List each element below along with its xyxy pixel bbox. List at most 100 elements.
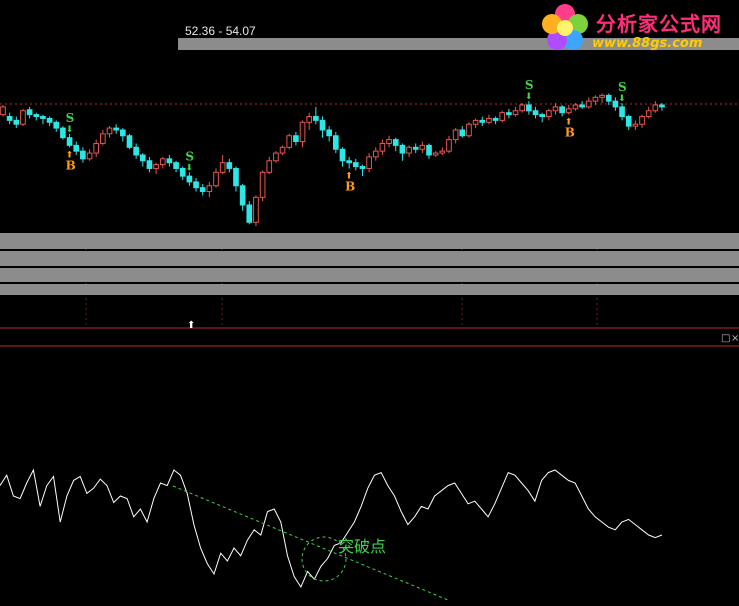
candle-up <box>592 96 599 102</box>
candle-up <box>406 146 412 154</box>
candle-down <box>226 162 233 169</box>
candle-up <box>100 133 106 144</box>
sell-arrow-icon: ⬇ <box>618 94 626 104</box>
candle-down <box>492 117 499 121</box>
candle-down <box>246 204 253 223</box>
trade-signal-markers: ⬇S⬆B ⬇S⬆B⬇S⬆B⬇S <box>66 78 627 193</box>
candle-down <box>80 150 86 160</box>
candle-up <box>552 106 559 112</box>
gray-band-2 <box>0 251 739 266</box>
candle-up <box>153 164 159 169</box>
candle-down <box>313 116 319 121</box>
candle-down <box>319 119 326 131</box>
candle-down <box>526 104 532 112</box>
candle-down <box>199 187 206 193</box>
candle-down <box>133 146 139 156</box>
flower-logo-icon <box>542 4 588 50</box>
candle-up <box>572 104 579 110</box>
candle-up <box>286 135 293 148</box>
candle-up <box>20 110 26 125</box>
candle-down <box>33 114 40 118</box>
candle-up <box>585 100 592 108</box>
candle-up <box>419 144 426 150</box>
candle-down <box>539 114 546 118</box>
candle-down <box>6 116 13 121</box>
candle-up <box>86 152 93 160</box>
logo-title: 分析家公式网 <box>596 12 722 36</box>
candle-up <box>432 152 439 156</box>
buy-signal: B <box>66 158 76 172</box>
buy-signal: B <box>345 179 355 193</box>
sell-signal: S <box>66 111 75 125</box>
candle-down <box>40 116 46 119</box>
candle-up <box>466 123 472 137</box>
candle-up <box>299 121 306 143</box>
candle-up <box>366 156 372 169</box>
candle-down <box>126 135 133 148</box>
candle-up <box>446 139 452 152</box>
candle-up <box>652 104 659 112</box>
candle-up <box>372 150 379 158</box>
candle-down <box>426 144 432 156</box>
candle-down <box>612 100 619 108</box>
candle-down <box>233 167 239 187</box>
candle-down <box>73 144 80 152</box>
gray-band-1 <box>0 233 739 249</box>
candle-down <box>619 106 625 118</box>
candle-down <box>46 117 53 123</box>
breakout-label: 突破点 <box>338 537 387 556</box>
candle-up <box>519 104 526 112</box>
candle-up <box>452 129 459 141</box>
buy-signal: B <box>565 126 575 140</box>
candle-down <box>166 158 173 164</box>
candle-up <box>379 142 386 152</box>
sell-arrow-icon: ⬇ <box>525 92 533 102</box>
candle-up <box>306 116 313 123</box>
candle-up <box>219 162 226 173</box>
candle-up <box>0 106 6 116</box>
candle-down <box>179 167 186 177</box>
candle-up <box>213 171 219 187</box>
candle-up <box>159 158 166 166</box>
candle-down <box>399 144 406 154</box>
gray-band-4 <box>0 284 739 295</box>
candle-down <box>66 137 73 146</box>
candle-down <box>459 129 466 137</box>
candlestick-series <box>0 93 665 227</box>
candle-down <box>13 119 20 125</box>
candle-up <box>565 108 572 114</box>
candle-down <box>559 106 565 114</box>
stock-chart: ⬇S⬆B ⬇S⬆B⬇S⬆B⬇S ⬆ <box>0 38 739 601</box>
candle-down <box>352 162 359 168</box>
candle-down <box>193 181 199 189</box>
candle-up <box>439 150 446 154</box>
sell-arrow-icon: ⬇ <box>66 125 74 135</box>
sell-signal: S <box>185 149 194 163</box>
candle-down <box>412 146 419 150</box>
close-icon[interactable]: × <box>731 333 739 344</box>
candle-down <box>359 166 366 169</box>
breakout-trendline <box>172 485 449 601</box>
candle-up <box>259 171 266 198</box>
sell-signal: S <box>525 78 534 92</box>
maximize-icon[interactable]: □ <box>721 333 730 344</box>
candle-down <box>173 162 179 169</box>
candle-down <box>506 112 512 116</box>
candle-up <box>639 116 645 125</box>
sell-signal: S <box>618 80 627 94</box>
candle-down <box>139 154 146 162</box>
candle-up <box>106 127 113 135</box>
candle-up <box>279 146 286 154</box>
candle-down <box>332 135 339 150</box>
candle-up <box>546 110 552 118</box>
site-logo: 分析家公式网 www.88gs.com <box>538 2 738 54</box>
candle-up <box>645 110 652 118</box>
candle-down <box>26 109 33 116</box>
candle-down <box>579 104 585 108</box>
candle-down <box>146 160 153 169</box>
candle-down <box>60 127 66 139</box>
candle-down <box>186 175 193 183</box>
candle-down <box>293 135 299 143</box>
candle-up <box>253 196 259 223</box>
cursor-arrow-icon: ⬆ <box>187 320 195 331</box>
